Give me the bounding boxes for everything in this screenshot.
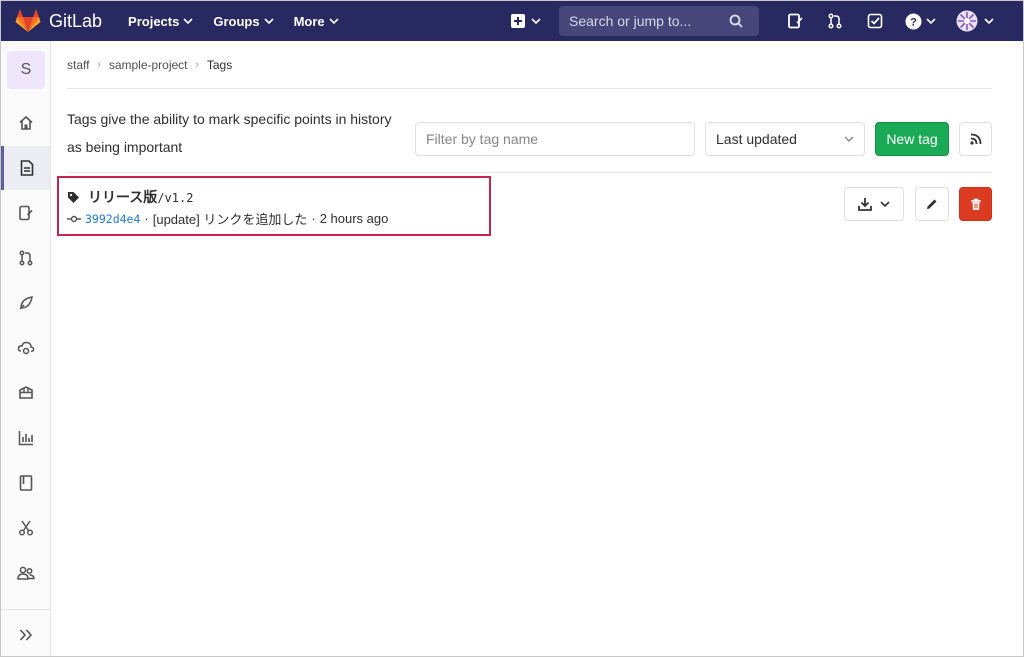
chevron-down-icon: [183, 18, 193, 25]
tag-name-jp: リリース版: [88, 189, 158, 205]
chevron-down-icon: [264, 18, 274, 25]
sidebar-item-ci-cd[interactable]: [1, 281, 50, 325]
tags-description: Tags give the ability to mark specific p…: [67, 111, 392, 155]
sidebar-item-analytics[interactable]: [1, 416, 50, 460]
main-content: staff › sample-project › Tags Tags give …: [57, 41, 992, 237]
question-circle-icon: ?: [905, 13, 922, 29]
merge-request-icon: [19, 250, 32, 266]
sidebar-item-members[interactable]: [1, 551, 50, 595]
sort-dropdown-value: Last updated: [716, 131, 797, 147]
sidebar-collapse-toggle[interactable]: [1, 613, 50, 657]
commit-time: 2 hours ago: [319, 211, 389, 226]
package-icon: [18, 386, 33, 399]
repository-doc-icon: [20, 160, 34, 176]
bar-chart-icon: [18, 431, 33, 446]
rss-feed-button[interactable]: [959, 122, 992, 156]
breadcrumb-separator-icon: ›: [97, 59, 101, 70]
tags-top-area: Tags give the ability to mark specific p…: [67, 89, 992, 173]
plus-square-icon: [511, 14, 525, 28]
issues-icon: [788, 13, 803, 29]
sidebar-divider: [1, 609, 50, 610]
tag-title[interactable]: リリース版/v1.2: [67, 187, 193, 207]
chevron-down-icon: [844, 136, 854, 142]
breadcrumb-item-sample-project[interactable]: sample-project: [109, 58, 188, 72]
help-dropdown-button[interactable]: ?: [905, 13, 936, 30]
nav-todos-button[interactable]: [865, 11, 885, 31]
issues-icon: [18, 205, 33, 221]
project-sidebar: S: [1, 41, 51, 656]
user-avatar-icon: [956, 10, 978, 32]
commit-separator: ·: [144, 211, 149, 226]
sidebar-item-repository[interactable]: [1, 146, 50, 190]
sidebar-item-merge-requests[interactable]: [1, 236, 50, 280]
sidebar-item-issues[interactable]: [1, 191, 50, 235]
commit-icon: [67, 215, 81, 222]
users-icon: [16, 566, 35, 580]
scissors-icon: [18, 520, 33, 536]
download-dropdown-button[interactable]: [844, 187, 904, 221]
nav-groups[interactable]: Groups: [213, 13, 274, 29]
brand-name: GitLab: [49, 10, 103, 31]
nav-groups-label: Groups: [213, 13, 260, 29]
breadcrumb: staff › sample-project › Tags: [67, 41, 992, 89]
nav-projects[interactable]: Projects: [128, 14, 193, 29]
download-icon: [858, 198, 872, 211]
chevron-down-icon: [984, 18, 994, 25]
rss-icon: [969, 133, 981, 145]
delete-tag-button[interactable]: [959, 187, 992, 221]
new-tag-button[interactable]: New tag: [875, 122, 949, 156]
tag-commit-info: 3992d4e4 · [update] リンクを追加した · 2 hours a…: [67, 209, 388, 228]
filter-tags-input[interactable]: [415, 122, 695, 156]
todo-check-icon: [867, 13, 883, 29]
chevron-down-icon: [880, 201, 890, 208]
nav-merge-requests-button[interactable]: [825, 11, 845, 31]
search-icon: [729, 14, 743, 28]
breadcrumb-current-tags[interactable]: Tags: [207, 58, 232, 72]
cloud-gear-icon: [17, 341, 34, 355]
search-input[interactable]: [569, 13, 729, 29]
nav-issues-button[interactable]: [785, 11, 805, 31]
chevron-down-icon: [531, 18, 541, 25]
commit-sha-link[interactable]: 3992d4e4: [85, 212, 140, 226]
sidebar-item-packages[interactable]: [1, 371, 50, 415]
user-menu-button[interactable]: [956, 10, 994, 32]
nav-projects-label: Projects: [128, 13, 180, 29]
nav-more-label: More: [293, 13, 325, 29]
sidebar-item-project-overview[interactable]: [1, 101, 50, 145]
nav-more[interactable]: More: [294, 14, 339, 29]
commit-separator: ·: [311, 211, 316, 226]
home-icon: [18, 115, 33, 130]
search-box[interactable]: [559, 6, 759, 36]
tag-name[interactable]: リリース版/v1.2: [88, 187, 193, 207]
double-chevron-right-icon: [19, 629, 32, 641]
trash-icon: [970, 198, 981, 210]
sidebar-item-operations[interactable]: [1, 326, 50, 370]
breadcrumb-item-staff[interactable]: staff: [67, 58, 89, 72]
edit-release-notes-button[interactable]: [915, 187, 949, 221]
chevron-down-icon: [329, 18, 339, 25]
book-icon: [19, 475, 32, 491]
tag-list-item: リリース版/v1.2 3992d4e4 · [update] リンクを追加した …: [57, 173, 992, 237]
top-navbar: GitLab Projects Groups More Search or ju…: [1, 1, 1023, 41]
rocket-icon: [18, 296, 33, 310]
gitlab-logo-icon: [15, 9, 41, 32]
new-dropdown-button[interactable]: [511, 14, 541, 28]
sidebar-item-wiki[interactable]: [1, 461, 50, 505]
breadcrumb-separator-icon: ›: [195, 59, 199, 70]
tag-icon: [68, 191, 79, 203]
chevron-down-icon: [926, 18, 936, 25]
tag-name-version: /v1.2: [157, 191, 194, 205]
commit-message: [update] リンクを追加した: [152, 212, 308, 227]
project-avatar[interactable]: S: [7, 51, 45, 89]
svg-text:?: ?: [910, 16, 917, 28]
sort-dropdown[interactable]: Last updated: [705, 122, 865, 156]
merge-request-icon: [828, 13, 842, 29]
sidebar-item-snippets[interactable]: [1, 506, 50, 550]
gitlab-home-link[interactable]: GitLab: [15, 9, 102, 33]
pencil-icon: [927, 199, 937, 209]
